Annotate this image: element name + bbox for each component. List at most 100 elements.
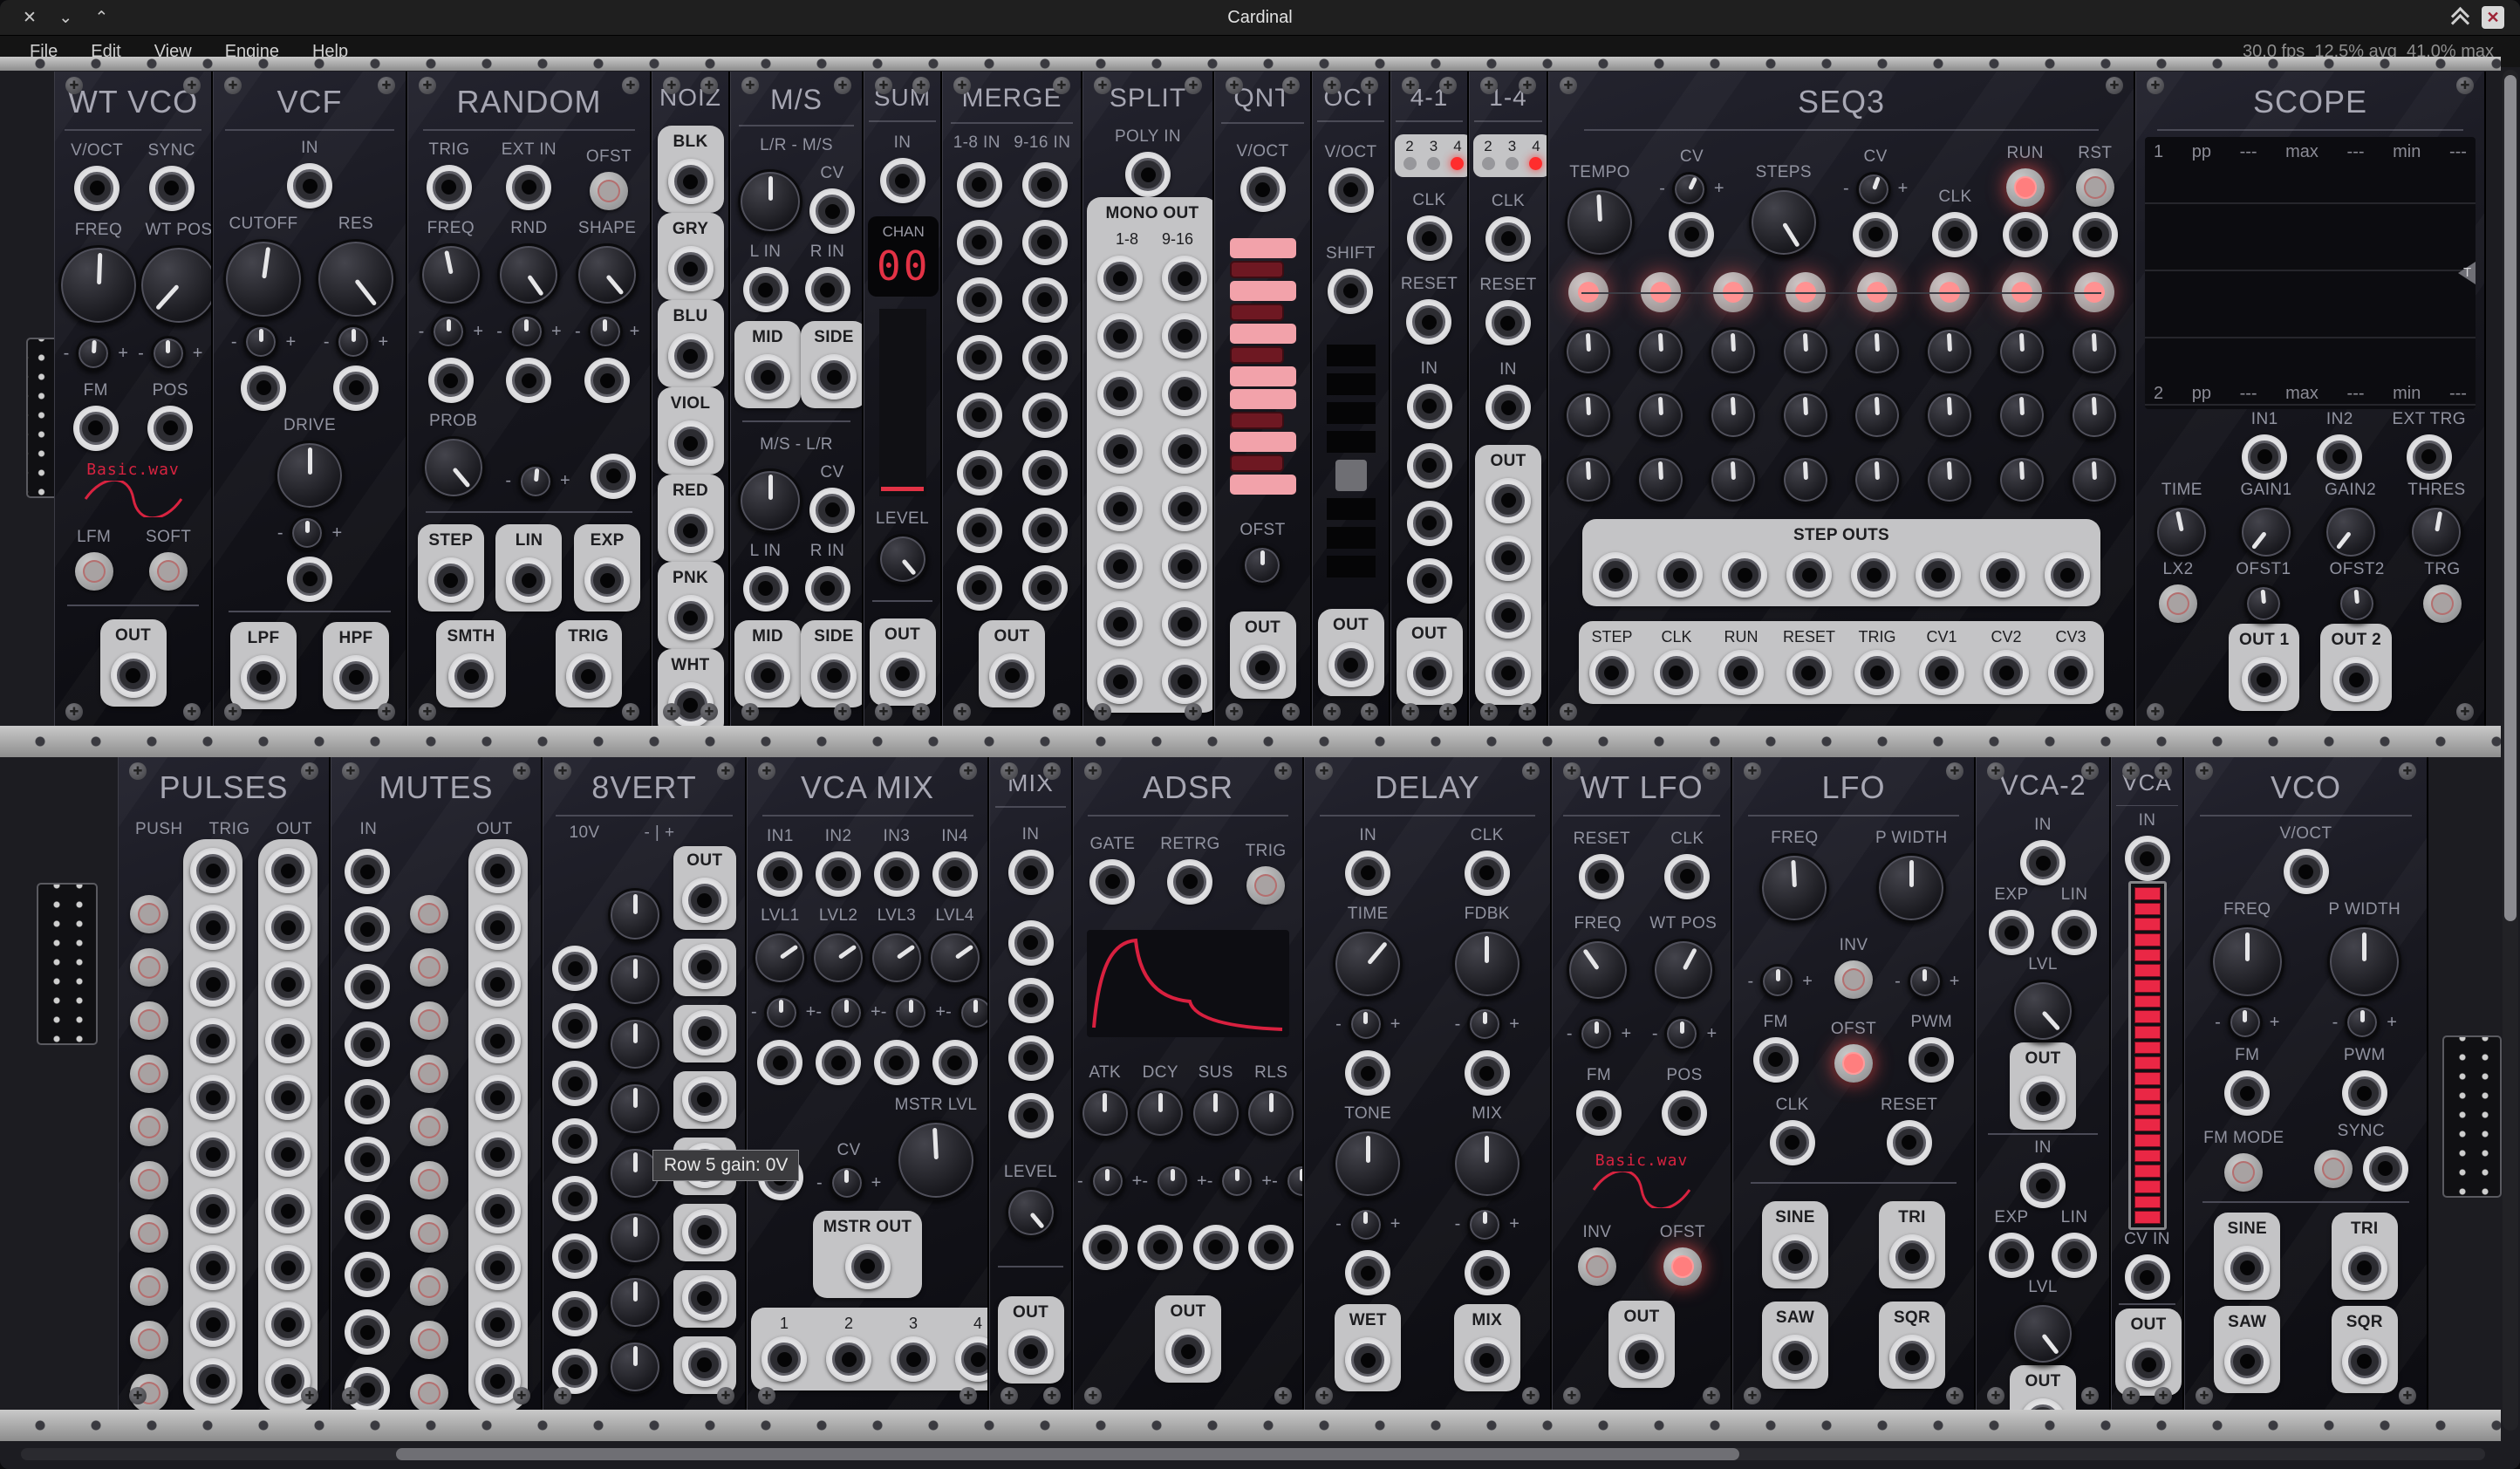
out-port[interactable] bbox=[682, 1342, 727, 1387]
push-button[interactable] bbox=[410, 1321, 448, 1359]
pos-port[interactable] bbox=[147, 406, 193, 451]
tempo-knob[interactable] bbox=[1565, 188, 1635, 257]
in-port[interactable] bbox=[345, 1079, 390, 1124]
pnk-port[interactable] bbox=[668, 595, 714, 640]
in2-port[interactable] bbox=[2317, 434, 2362, 480]
res-knob[interactable] bbox=[316, 239, 396, 319]
item-knob[interactable] bbox=[1853, 455, 1902, 504]
out-port[interactable] bbox=[682, 1076, 727, 1122]
white-key[interactable] bbox=[1230, 432, 1296, 452]
in-port[interactable] bbox=[1022, 393, 1068, 438]
in-port[interactable] bbox=[1485, 385, 1531, 430]
reset-port[interactable] bbox=[1485, 300, 1531, 345]
push-button[interactable] bbox=[410, 1374, 448, 1410]
trim-knob[interactable] bbox=[2228, 1005, 2263, 1040]
quantizer-keyboard[interactable] bbox=[1230, 238, 1296, 495]
push-button[interactable] bbox=[410, 895, 448, 933]
step-light[interactable] bbox=[1568, 272, 1608, 312]
out-port[interactable] bbox=[265, 1245, 311, 1290]
push-button[interactable] bbox=[410, 948, 448, 987]
trim-knob[interactable] bbox=[829, 995, 864, 1030]
cv-port[interactable] bbox=[1248, 1225, 1294, 1270]
item-knob[interactable] bbox=[738, 169, 802, 234]
trim-knob[interactable] bbox=[518, 464, 553, 499]
out-port[interactable] bbox=[265, 905, 311, 950]
out-port[interactable] bbox=[265, 961, 311, 1007]
step-port[interactable] bbox=[1589, 650, 1635, 695]
cv-port[interactable] bbox=[1669, 212, 1714, 257]
3-port[interactable] bbox=[891, 1336, 936, 1382]
in-port[interactable] bbox=[957, 393, 1002, 438]
item-knob[interactable] bbox=[1564, 391, 1613, 440]
push-button[interactable] bbox=[410, 1267, 448, 1306]
in-port[interactable] bbox=[345, 906, 390, 952]
v-oct-port[interactable] bbox=[1240, 167, 1286, 212]
ofst1-knob[interactable] bbox=[2244, 584, 2283, 623]
in-port[interactable] bbox=[345, 1309, 390, 1355]
lfm-button[interactable] bbox=[75, 552, 113, 591]
push-button[interactable] bbox=[130, 1001, 168, 1040]
trim-knob[interactable] bbox=[76, 336, 111, 371]
fdbk-knob[interactable] bbox=[1452, 929, 1522, 999]
freq-knob[interactable] bbox=[1567, 939, 1629, 1001]
sqr-port[interactable] bbox=[1889, 1335, 1935, 1380]
mstr-out-port[interactable] bbox=[845, 1244, 891, 1289]
out-port[interactable] bbox=[1485, 478, 1531, 523]
item-knob[interactable] bbox=[1925, 455, 1974, 504]
out-port[interactable] bbox=[2126, 1342, 2171, 1387]
step-outs-port[interactable] bbox=[1593, 552, 1638, 598]
step-light[interactable] bbox=[1857, 272, 1897, 312]
soft-button[interactable] bbox=[149, 552, 188, 591]
item-knob[interactable] bbox=[1998, 455, 2046, 504]
mid-port[interactable] bbox=[745, 354, 790, 400]
steps-knob[interactable] bbox=[1749, 188, 1819, 257]
time-knob[interactable] bbox=[2155, 505, 2209, 559]
out-port[interactable] bbox=[475, 905, 521, 950]
item-knob[interactable] bbox=[1781, 391, 1830, 440]
lvl-knob[interactable] bbox=[2011, 980, 2074, 1042]
in-port[interactable] bbox=[1008, 850, 1054, 895]
v-oct-port[interactable] bbox=[74, 166, 120, 211]
out-port[interactable] bbox=[989, 653, 1035, 699]
item-knob[interactable] bbox=[1709, 391, 1758, 440]
in-port[interactable] bbox=[552, 1176, 598, 1221]
push-button[interactable] bbox=[130, 1321, 168, 1359]
wt-pos-knob[interactable] bbox=[139, 245, 213, 325]
black-key[interactable] bbox=[1230, 346, 1284, 364]
4-port[interactable] bbox=[955, 1336, 989, 1382]
item-knob[interactable] bbox=[1636, 327, 1685, 376]
lvl-knob[interactable] bbox=[2011, 1302, 2074, 1365]
in3-port[interactable] bbox=[874, 851, 919, 897]
in-port[interactable] bbox=[1022, 162, 1068, 208]
cv-port[interactable] bbox=[809, 188, 855, 234]
out-port[interactable] bbox=[190, 1131, 236, 1177]
mono-out-port[interactable] bbox=[1162, 428, 1207, 474]
run-port[interactable] bbox=[1718, 650, 1764, 695]
sync-port[interactable] bbox=[149, 166, 195, 211]
mono-out-port[interactable] bbox=[1162, 486, 1207, 531]
white-key[interactable] bbox=[1230, 281, 1296, 301]
exp-port[interactable] bbox=[1989, 1233, 2034, 1278]
mid-port[interactable] bbox=[745, 653, 790, 699]
in-port[interactable] bbox=[1022, 565, 1068, 611]
out-port[interactable] bbox=[265, 848, 311, 893]
item-knob[interactable] bbox=[1709, 455, 1758, 504]
atk-knob[interactable] bbox=[1080, 1088, 1130, 1138]
ext-in-port[interactable] bbox=[506, 165, 551, 210]
rls-knob[interactable] bbox=[1246, 1088, 1296, 1138]
out-port[interactable] bbox=[265, 1302, 311, 1347]
cv-knob[interactable] bbox=[1672, 172, 1707, 207]
trim-knob[interactable] bbox=[893, 995, 928, 1030]
wet-port[interactable] bbox=[1345, 1337, 1390, 1383]
out-port[interactable] bbox=[475, 1302, 521, 1347]
out-port[interactable] bbox=[190, 905, 236, 950]
in-port[interactable] bbox=[1022, 450, 1068, 495]
sine-port[interactable] bbox=[1772, 1234, 1818, 1280]
cv2-port[interactable] bbox=[1984, 650, 2029, 695]
gate-port[interactable] bbox=[1089, 859, 1135, 905]
mono-out-port[interactable] bbox=[1097, 659, 1143, 704]
trigger-marker[interactable]: T bbox=[2458, 262, 2476, 284]
out-port[interactable] bbox=[190, 1245, 236, 1290]
out-port[interactable] bbox=[1485, 593, 1531, 639]
black-key[interactable] bbox=[1230, 304, 1284, 321]
